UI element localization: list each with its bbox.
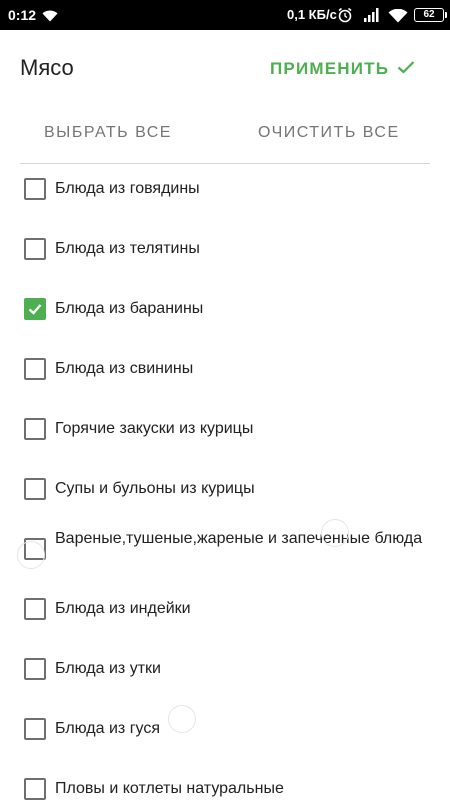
wifi-icon [388,8,408,26]
item-label: Блюда из телятины [55,240,200,257]
touch-ripple [321,519,349,547]
list-item[interactable]: Блюда из индейки [0,584,450,644]
list-item[interactable]: Супы и бульоны из курицы [0,464,450,524]
list-item[interactable]: Блюда из телятины [0,224,450,284]
item-label: Супы и бульоны из курицы [55,480,255,497]
status-time: 0:12 [8,7,37,23]
apply-label: ПРИМЕНИТЬ [270,59,390,78]
list-item[interactable]: Блюда из утки [0,644,450,704]
select-all-button[interactable]: ВЫБРАТЬ ВСЕ [44,124,172,142]
checkbox[interactable] [24,658,46,680]
list-item[interactable]: Горячие закуски из курицы [0,404,450,464]
list-item[interactable]: Блюда из гуся [0,704,450,764]
item-label: Блюда из утки [55,660,161,677]
network-speed: 0,1 КБ/с [287,7,337,22]
checkmark-icon [28,304,42,315]
checkbox[interactable] [24,778,46,800]
touch-ripple [168,705,196,733]
item-label: Вареные,тушеные,жареные и запеченные блю… [55,530,423,547]
clear-all-button[interactable]: ОЧИСТИТЬ ВСЕ [258,124,400,142]
item-label: Горячие закуски из курицы [55,420,254,437]
checkbox[interactable] [24,358,46,380]
checkbox[interactable] [24,478,46,500]
status-bar: 0:12 0,1 КБ/с 62 [0,0,450,30]
item-label: Блюда из говядины [55,180,200,197]
battery-icon: 62 [414,8,447,22]
list-item[interactable]: Блюда из говядины [0,164,450,224]
apply-button[interactable]: ПРИМЕНИТЬ [270,58,415,80]
checkbox[interactable] [24,178,46,200]
item-label: Блюда из индейки [55,600,191,617]
screen: 0:12 0,1 КБ/с 62 Мясо ПРИМЕНИТЬ ВЫБРАТЬ … [0,0,450,800]
list-item[interactable]: Блюда из баранины [0,284,450,344]
signal-icon [360,7,382,26]
list-item[interactable]: Вареные,тушеные,жареные и запеченные блю… [0,524,450,584]
item-label: Пловы и котлеты натуральные [55,780,284,797]
check-icon [397,59,415,79]
list-item[interactable]: Блюда из свинины [0,344,450,404]
checkbox[interactable] [24,418,46,440]
item-label: Блюда из свинины [55,360,194,377]
checkbox[interactable] [24,598,46,620]
checkbox[interactable] [24,238,46,260]
page-title: Мясо [20,55,74,80]
item-label: Блюда из баранины [55,300,204,317]
checkbox[interactable] [24,718,46,740]
list-item[interactable]: Пловы и котлеты натуральные [0,764,450,800]
wifi-icon [42,9,58,25]
alarm-icon [337,7,353,26]
item-label: Блюда из гуся [55,720,161,737]
touch-ripple [17,541,45,569]
checkbox-checked[interactable] [24,298,46,320]
